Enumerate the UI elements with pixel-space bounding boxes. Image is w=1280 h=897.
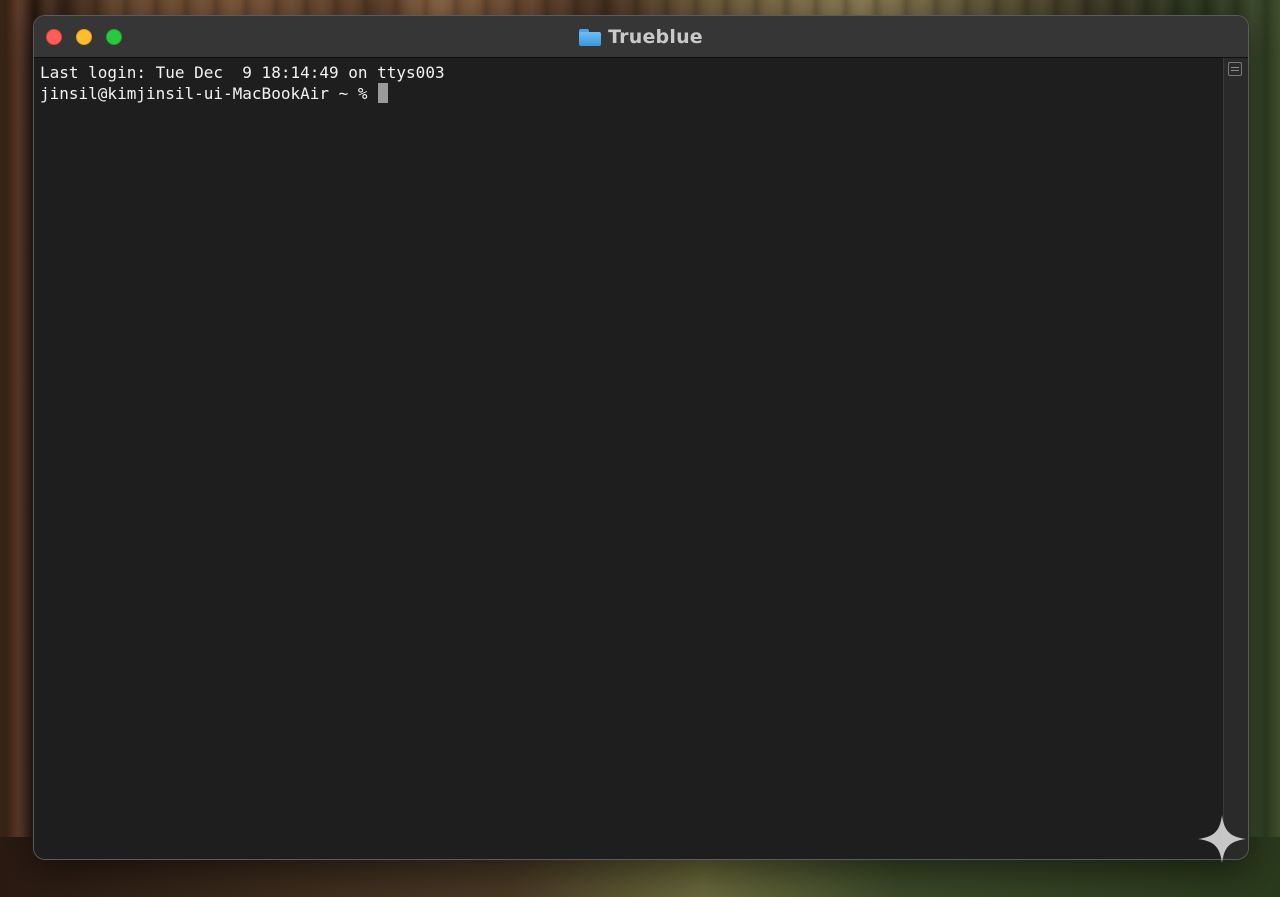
title-bar[interactable]: Trueblue [34,16,1248,58]
window-title: Trueblue [608,25,703,48]
text-cursor [378,83,389,103]
split-pane-icon[interactable] [1228,62,1242,76]
sparkle-icon [1198,815,1246,863]
folder-icon [579,28,602,46]
terminal-line-prompt: jinsil@kimjinsil-ui-MacBookAir ~ % [40,83,1218,104]
prompt-text: jinsil@kimjinsil-ui-MacBookAir ~ % [40,84,378,103]
window-title-group: Trueblue [34,16,1248,57]
terminal-window: Trueblue Last login: Tue Dec 9 18:14:49 … [33,15,1249,860]
terminal-content[interactable]: Last login: Tue Dec 9 18:14:49 on ttys00… [34,58,1224,859]
last-login-text: Last login: Tue Dec 9 18:14:49 on ttys00… [40,63,445,82]
terminal-line-last-login: Last login: Tue Dec 9 18:14:49 on ttys00… [40,62,1218,83]
scrollbar[interactable] [1223,58,1248,859]
